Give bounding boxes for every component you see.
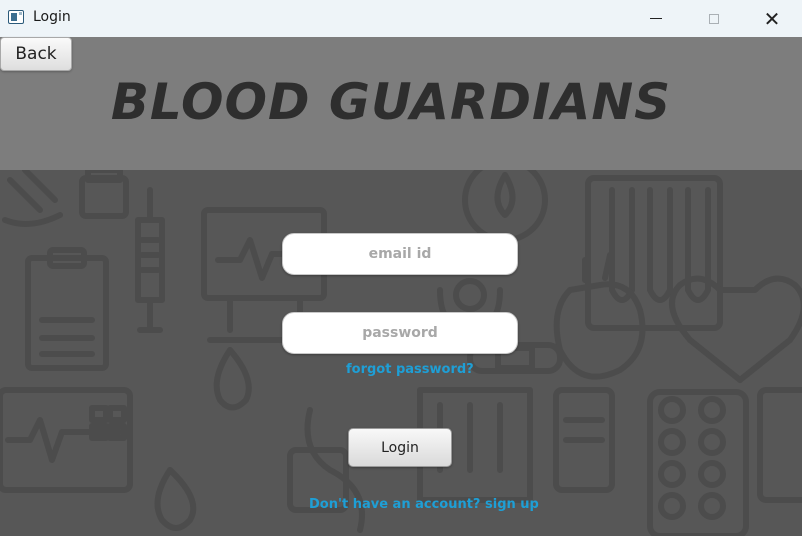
maximize-button[interactable] <box>685 0 743 37</box>
app-window-icon <box>8 10 24 24</box>
app-title: BLOOD GUARDIANS <box>110 73 672 131</box>
close-icon: ✕ <box>763 6 781 31</box>
maximize-icon <box>709 13 719 24</box>
forgot-password-link[interactable]: forgot password? <box>346 362 474 377</box>
title-bar: Login ✕ <box>0 0 802 37</box>
login-button[interactable]: Login <box>348 428 452 467</box>
back-button[interactable]: Back <box>0 37 72 71</box>
password-field[interactable] <box>282 312 518 354</box>
minimize-button[interactable] <box>627 0 685 37</box>
window-title: Login <box>33 9 71 25</box>
login-window: Login ✕ Back BLOOD GUARDIANS email id fo… <box>0 0 802 536</box>
email-field[interactable] <box>282 233 518 275</box>
close-button[interactable]: ✕ <box>743 0 801 37</box>
sign-up-link[interactable]: Don't have an account? sign up <box>309 497 539 512</box>
minimize-icon <box>650 18 662 19</box>
header-band: Back BLOOD GUARDIANS <box>0 37 802 170</box>
